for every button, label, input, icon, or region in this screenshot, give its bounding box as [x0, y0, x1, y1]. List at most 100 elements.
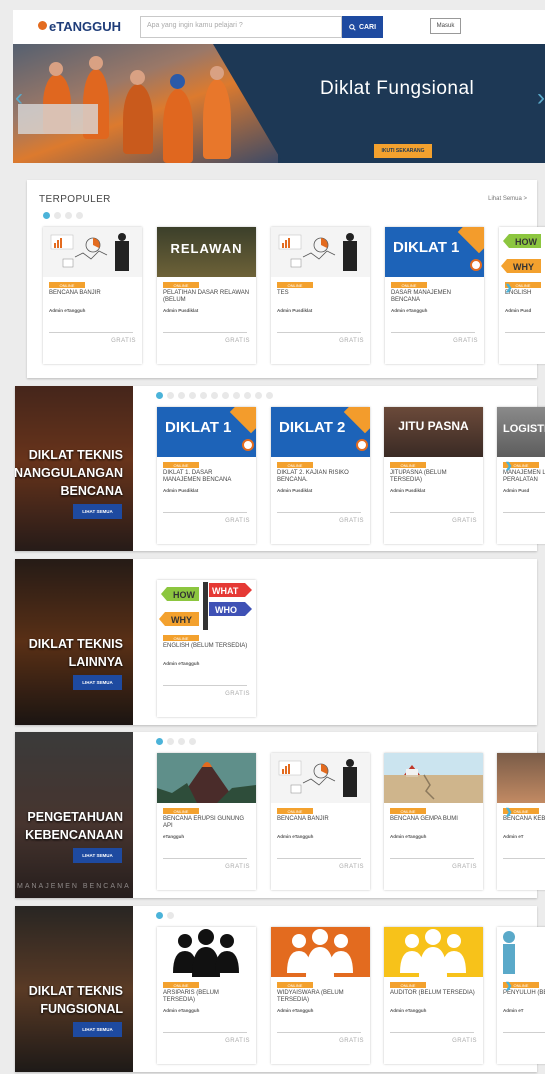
course-card[interactable]: RELAWAN ONLINE PELATIHAN DASAR RELAWAN (be… — [157, 227, 256, 364]
course-title[interactable]: BENCANA ERUPSI GUNUNG API — [163, 816, 251, 830]
course-card[interactable]: DIKLAT 1 ONLINE DASAR MANAJEMEN BENCANA Adm… — [385, 227, 484, 364]
course-thumbnail[interactable]: HOWWHATWHOWHY — [499, 227, 545, 277]
course-thumbnail[interactable]: RELAWAN — [157, 227, 256, 277]
course-title[interactable]: tes — [277, 290, 365, 297]
carousel-dot[interactable] — [244, 392, 251, 399]
course-thumbnail[interactable]: DIKLAT 1 — [157, 407, 256, 457]
course-card[interactable]: DIKLAT 2 ONLINE DIKLAT 2. KAJIAN RISIKO BE… — [271, 407, 370, 544]
see-all-button[interactable]: LIHAT SEMUA — [73, 675, 122, 690]
course-title[interactable]: DASAR MANAJEMEN BENCANA — [391, 290, 479, 304]
course-card[interactable]: HOW WHAT WHO WHY ONLINE ENGLISH (Belum Tersed… — [157, 580, 256, 717]
course-price: GRATIS — [225, 338, 250, 344]
course-card[interactable]: ONLINE BENCANA BANJIR Admin eTangguh GRATIS — [43, 227, 142, 364]
category-banner[interactable]: DIKLAT TEKNIS PENANGGULANGAN BENCANA LIHAT … — [15, 386, 133, 551]
course-title[interactable]: BENCANA BANJIR — [49, 290, 137, 297]
category-banner[interactable]: MANAJEMEN BENCANA PENGETAHUAN KEBENCANAAN L… — [15, 732, 133, 898]
course-card[interactable]: JITU PASNA ONLINE JITUPASNA (belum tersedi… — [384, 407, 483, 544]
search-input[interactable]: Apa yang ingin kamu pelajari ? — [140, 16, 342, 38]
course-author: Admin Pusdiklat — [277, 488, 313, 493]
carousel-dot[interactable] — [233, 392, 240, 399]
carousel-dot[interactable] — [65, 212, 72, 219]
search-button[interactable]: CARI — [342, 16, 383, 38]
course-title[interactable]: BENCANA GEMPA BUMI — [390, 816, 478, 823]
see-all-link[interactable]: Lihat Semua > — [488, 196, 527, 202]
course-card[interactable]: ONLINE AUDITOR (Belum Tersedia) Admin eTan… — [384, 927, 483, 1064]
card-divider — [390, 1032, 474, 1033]
site-logo[interactable]: eTANGGUH — [38, 19, 121, 34]
course-title[interactable]: AUDITOR (Belum Tersedia) — [390, 990, 478, 997]
course-card[interactable]: ONLINE BENCANA GEMPA BUMI Admin eTangguh GR… — [384, 753, 483, 890]
course-thumbnail[interactable]: DIKLAT 2 — [271, 407, 370, 457]
carousel-dot[interactable] — [167, 738, 174, 745]
carousel-dot[interactable] — [255, 392, 262, 399]
hero-prev-arrow[interactable]: ‹ — [15, 84, 23, 112]
carousel-dot[interactable] — [156, 392, 163, 399]
carousel-dot[interactable] — [211, 392, 218, 399]
course-thumbnail[interactable]: JITU PASNA — [384, 407, 483, 457]
course-card[interactable]: ONLINE BENCANA ERUPSI GUNUNG API eTangguh G… — [157, 753, 256, 890]
card-divider — [277, 1032, 361, 1033]
course-title[interactable]: ARSIPARIS (Belum Tersedia) — [163, 990, 251, 1004]
carousel-dot[interactable] — [178, 392, 185, 399]
course-thumbnail[interactable]: DIKLAT 1 — [385, 227, 484, 277]
course-thumbnail[interactable] — [497, 753, 545, 803]
course-card[interactable]: ONLINE tes Admin Pusdiklat GRATIS — [271, 227, 370, 364]
course-title[interactable]: DIKLAT 2. KAJIAN RISIKO BENCANA. — [277, 470, 365, 484]
see-all-button[interactable]: LIHAT SEMUA — [73, 848, 122, 863]
popular-next-arrow[interactable]: › — [505, 274, 512, 300]
course-thumbnail[interactable] — [271, 753, 370, 803]
carousel-dot[interactable] — [54, 212, 61, 219]
course-title[interactable]: JITUPASNA (belum tersedia) — [390, 470, 478, 484]
course-card[interactable]: ONLINE BENCANA BANJIR Admin eTangguh GRATIS — [271, 753, 370, 890]
carousel-dots — [156, 392, 273, 399]
course-card[interactable]: DIKLAT 1 ONLINE DIKLAT 1. DASAR MANAJEMEN … — [157, 407, 256, 544]
course-thumbnail[interactable]: LOGISTIK — [497, 407, 545, 457]
course-thumbnail[interactable] — [384, 753, 483, 803]
carousel-dot[interactable] — [156, 912, 163, 919]
see-all-button[interactable]: LIHAT SEMUA — [73, 1022, 122, 1037]
category-banner[interactable]: DIKLAT TEKNIS LAINNYA LIHAT SEMUA — [15, 559, 133, 725]
course-title[interactable]: DIKLAT 1. DASAR MANAJEMEN BENCANA — [163, 470, 251, 484]
section-next-arrow[interactable]: › — [505, 798, 512, 824]
carousel-dot[interactable] — [178, 738, 185, 745]
course-card[interactable]: ONLINE ARSIPARIS (Belum Tersedia) Admin eT… — [157, 927, 256, 1064]
course-thumbnail[interactable] — [157, 753, 256, 803]
course-title[interactable]: ENGLISH (Belum Tersedia) — [163, 643, 251, 650]
course-title[interactable]: WIDYAISWARA (Belum Tersedia) — [277, 990, 365, 1004]
course-title[interactable]: BENCANA BANJIR — [277, 816, 365, 823]
svg-text:WHO: WHO — [215, 605, 237, 615]
course-thumbnail[interactable] — [271, 927, 370, 977]
carousel-dot[interactable] — [43, 212, 50, 219]
carousel-dot[interactable] — [167, 392, 174, 399]
course-thumbnail[interactable]: HOWWHATWHOWHY — [157, 580, 256, 630]
course-card[interactable]: ONLINE WIDYAISWARA (Belum Tersedia) Admin … — [271, 927, 370, 1064]
course-thumbnail[interactable] — [497, 927, 545, 977]
course-title[interactable]: PELATIHAN DASAR RELAWAN (belum — [163, 290, 251, 304]
course-price: GRATIS — [452, 518, 477, 524]
course-thumbnail[interactable] — [271, 227, 370, 277]
hero-cta-button[interactable]: IKUTI SEKARANG — [374, 144, 432, 158]
carousel-dot[interactable] — [189, 392, 196, 399]
see-all-button[interactable]: LIHAT SEMUA — [73, 504, 122, 519]
carousel-dot[interactable] — [189, 738, 196, 745]
online-badge: ONLINE — [277, 462, 313, 468]
popular-carousel-dots — [43, 212, 83, 219]
carousel-dot[interactable] — [156, 738, 163, 745]
category-banner[interactable]: DIKLAT TEKNIS FUNGSIONAL LIHAT SEMUA — [15, 906, 133, 1072]
course-thumbnail[interactable] — [384, 927, 483, 977]
course-thumbnail[interactable] — [157, 927, 256, 977]
course-thumbnail[interactable] — [43, 227, 142, 277]
carousel-dot[interactable] — [200, 392, 207, 399]
carousel-dot[interactable] — [167, 912, 174, 919]
login-button[interactable]: Masuk — [430, 18, 461, 34]
course-author: Admin eT — [503, 1008, 524, 1013]
course-author: Admin eTangguh — [163, 1008, 200, 1013]
section-next-arrow[interactable]: › — [505, 452, 512, 478]
section-next-arrow[interactable]: › — [505, 972, 512, 998]
carousel-dot[interactable] — [266, 392, 273, 399]
carousel-dot[interactable] — [222, 392, 229, 399]
hero-next-arrow[interactable]: › — [537, 84, 545, 112]
carousel-dot[interactable] — [76, 212, 83, 219]
category-title-line: LAINNYA — [68, 655, 123, 669]
svg-text:WHAT: WHAT — [212, 586, 239, 596]
